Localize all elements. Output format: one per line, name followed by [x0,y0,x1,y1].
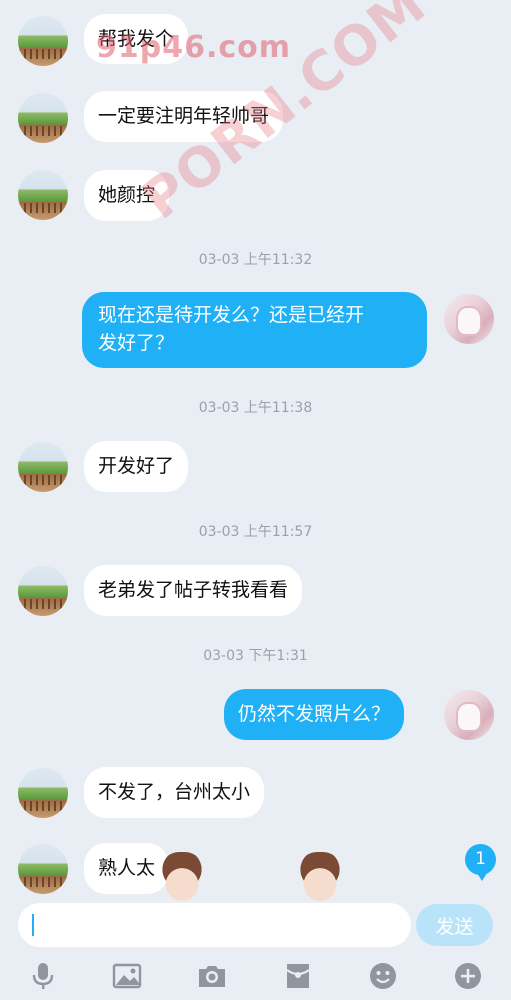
message-text: 现在还是待开发么？还是已经开 [98,304,365,326]
message-text: 不发了，台州太小 [98,781,251,803]
message-text: 一定要注明年轻帅哥 [98,105,270,127]
message-bubble-incoming[interactable]: 熟人太 [84,843,170,894]
plus-icon[interactable] [452,960,484,992]
text-cursor [32,914,34,936]
contact-avatar[interactable] [18,170,68,220]
timestamp: 03-03 上午11:57 [198,524,313,540]
timestamp: 03-03 下午1:31 [203,648,308,664]
message-text: 发好了？ [98,332,175,354]
cartoon-sticker [158,852,206,902]
message-text: 熟人太 [98,857,156,879]
contact-avatar[interactable] [18,16,68,66]
message-bubble-incoming[interactable]: 她颜控 [84,170,170,221]
contact-avatar[interactable] [18,768,68,818]
contact-avatar[interactable] [18,566,68,616]
emoji-icon[interactable] [367,960,399,992]
microphone-icon[interactable] [27,960,59,992]
unread-count-badge[interactable]: 1 [465,844,496,881]
red-packet-icon[interactable] [282,960,314,992]
message-text: 帮我发个 [98,28,175,50]
message-text: 仍然不发照片么？ [238,703,391,725]
contact-avatar[interactable] [18,93,68,143]
message-bubble-incoming[interactable]: 不发了，台州太小 [84,767,265,818]
image-icon[interactable] [111,960,143,992]
send-button[interactable]: 发送 [416,904,493,946]
self-avatar[interactable] [444,294,494,344]
contact-avatar[interactable] [18,844,68,894]
contact-avatar[interactable] [18,442,68,492]
message-bubble-incoming[interactable]: 一定要注明年轻帅哥 [84,91,284,142]
message-bubble-outgoing[interactable]: 现在还是待开发么？还是已经开 发好了？ [82,292,427,368]
message-bubble-incoming[interactable]: 开发好了 [84,441,189,492]
message-text: 她颜控 [98,184,156,206]
chat-history[interactable]: 帮我发个 一定要注明年轻帅哥 她颜控 03-03 上午11:32 现在还是待开发… [0,0,511,902]
message-text: 老弟发了帖子转我看看 [98,579,289,601]
cartoon-sticker [296,852,344,902]
camera-icon[interactable] [196,960,228,992]
message-input[interactable] [18,903,411,949]
timestamp: 03-03 上午11:32 [198,252,313,268]
message-input-field[interactable] [38,903,402,949]
self-avatar[interactable] [444,690,494,740]
timestamp: 03-03 上午11:38 [198,400,313,416]
input-toolbar [0,952,511,1000]
message-bubble-incoming[interactable]: 帮我发个 [84,14,189,64]
message-bubble-incoming[interactable]: 老弟发了帖子转我看看 [84,565,303,616]
message-bubble-outgoing[interactable]: 仍然不发照片么？ [224,689,405,740]
message-text: 开发好了 [98,455,175,477]
